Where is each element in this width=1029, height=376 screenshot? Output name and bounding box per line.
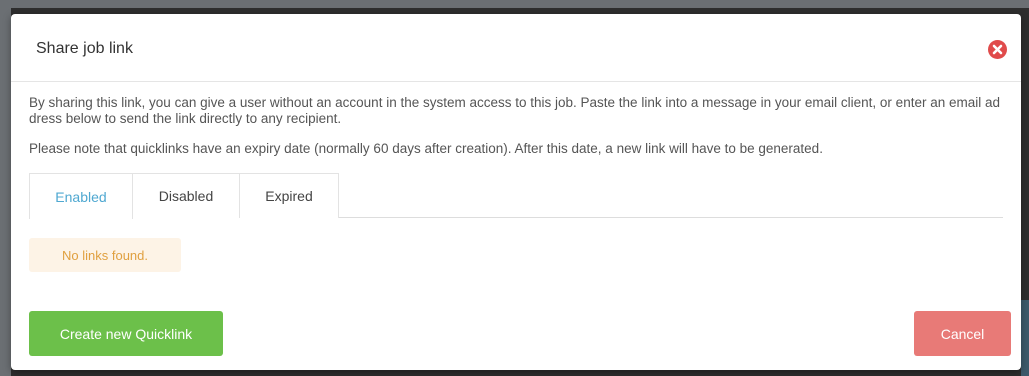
modal-title: Share job link: [36, 40, 133, 57]
close-circle-icon[interactable]: [988, 40, 1007, 59]
share-job-link-dialog: Share job link By sharing this link, you…: [11, 14, 1021, 370]
tab-expired[interactable]: Expired: [240, 173, 339, 218]
modal-footer: Create new Quicklink Cancel: [29, 311, 1011, 356]
tab-disabled[interactable]: Disabled: [133, 173, 240, 218]
cancel-button[interactable]: Cancel: [914, 311, 1011, 356]
no-links-alert: No links found.: [29, 238, 181, 272]
tab-enabled[interactable]: Enabled: [29, 173, 133, 219]
link-status-tabs: Enabled Disabled Expired: [29, 173, 1003, 219]
backdrop-strip: [1021, 300, 1029, 376]
modal-header: Share job link: [11, 14, 1021, 82]
modal-body: By sharing this link, you can give a use…: [11, 82, 1021, 272]
share-description: By sharing this link, you can give a use…: [29, 95, 1000, 126]
create-quicklink-button[interactable]: Create new Quicklink: [29, 311, 223, 356]
backdrop-top: [0, 0, 1029, 8]
backdrop-left: [0, 0, 11, 376]
expiry-note: Please note that quicklinks have an expi…: [29, 141, 823, 156]
